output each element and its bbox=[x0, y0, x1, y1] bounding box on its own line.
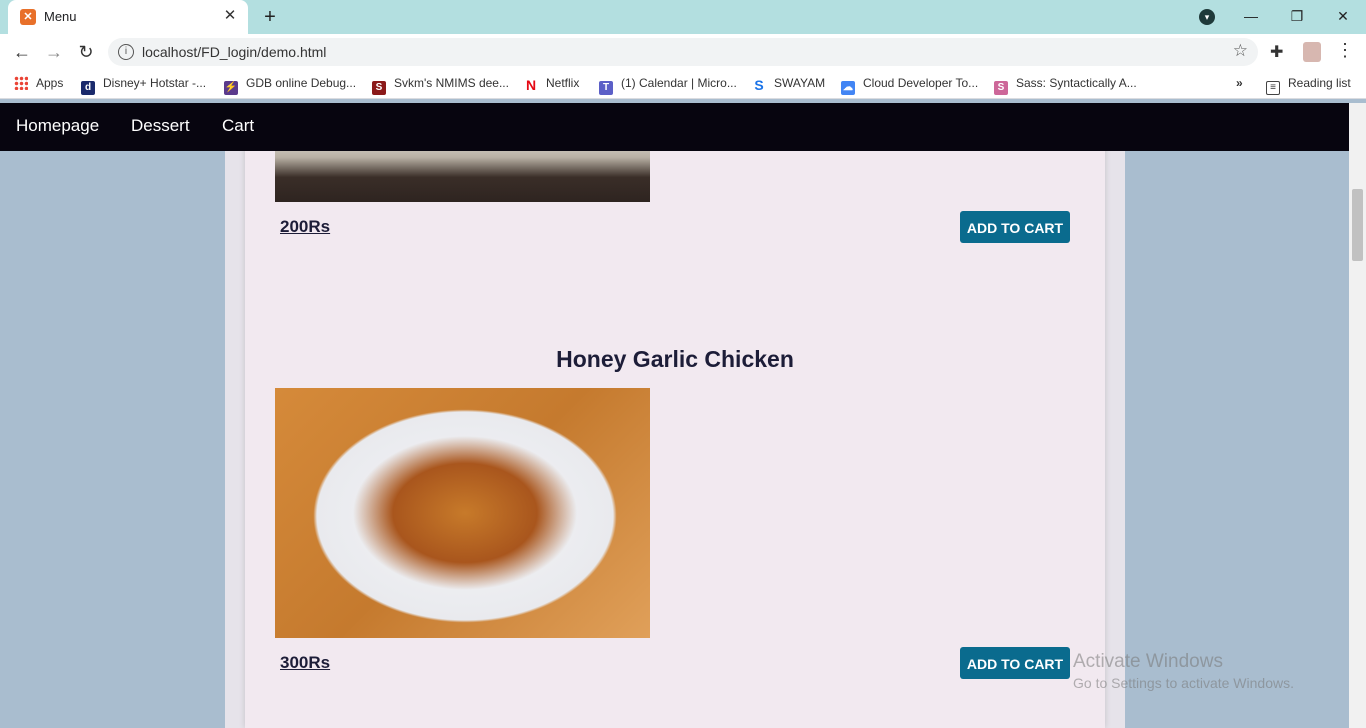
reading-list-button[interactable]: ≡ Reading list bbox=[1266, 76, 1351, 95]
windows-activation-watermark: Activate Windows Go to Settings to activ… bbox=[1073, 651, 1294, 691]
watermark-title: Activate Windows bbox=[1073, 651, 1223, 672]
xampp-favicon-icon: ✕ bbox=[20, 9, 36, 25]
bookmark-gdb[interactable]: ⚡ GDB online Debug... bbox=[224, 76, 356, 95]
info-icon[interactable]: i bbox=[118, 44, 134, 60]
extensions-icon[interactable]: ✚ bbox=[1270, 42, 1283, 62]
add-to-cart-button[interactable]: ADD TO CART bbox=[960, 211, 1070, 243]
bookmark-netflix[interactable]: N Netflix bbox=[524, 76, 579, 92]
hotstar-icon: d bbox=[81, 81, 95, 95]
reading-list-icon: ≡ bbox=[1266, 81, 1280, 95]
menu-container: 200Rs ADD TO CART Honey Garlic Chicken 3… bbox=[225, 103, 1125, 728]
tab-search-icon[interactable]: ▾ bbox=[1199, 9, 1215, 25]
browser-toolbar: ← → ↻ i localhost/FD_login/demo.html ☆ ✚… bbox=[0, 34, 1366, 70]
menu-kebab-icon[interactable]: ⋮ bbox=[1336, 40, 1354, 61]
url-text[interactable]: localhost/FD_login/demo.html bbox=[142, 44, 326, 60]
bookmark-star-icon[interactable]: ☆ bbox=[1233, 41, 1248, 61]
watermark-subtitle: Go to Settings to activate Windows. bbox=[1073, 675, 1294, 691]
bookmark-cloud[interactable]: ☁ Cloud Developer To... bbox=[841, 76, 978, 95]
nav-cart-link[interactable]: Cart bbox=[222, 116, 254, 136]
google-cloud-icon: ☁ bbox=[841, 81, 855, 95]
nav-homepage-link[interactable]: Homepage bbox=[16, 116, 99, 136]
bookmark-apps[interactable]: Apps bbox=[14, 76, 63, 92]
minimize-button[interactable]: — bbox=[1236, 4, 1266, 28]
apps-grid-icon bbox=[14, 76, 28, 90]
honey-garlic-chicken-image bbox=[275, 388, 650, 638]
nav-dessert-link[interactable]: Dessert bbox=[131, 116, 190, 136]
price-label: 300Rs bbox=[280, 653, 331, 672]
nmims-icon: S bbox=[372, 81, 386, 95]
tab-close-icon[interactable]: ✕ bbox=[220, 6, 240, 26]
add-to-cart-button[interactable]: ADD TO CART bbox=[960, 647, 1070, 679]
forward-button[interactable]: → bbox=[42, 41, 66, 63]
new-tab-button[interactable]: + bbox=[258, 6, 282, 28]
address-bar[interactable]: i localhost/FD_login/demo.html ☆ bbox=[108, 38, 1258, 66]
restore-button[interactable]: ❐ bbox=[1282, 4, 1312, 28]
swayam-icon: S bbox=[752, 78, 766, 92]
sass-icon: S bbox=[994, 81, 1008, 95]
bookmark-nmims[interactable]: S Svkm's NMIMS dee... bbox=[372, 76, 509, 95]
gdb-icon: ⚡ bbox=[224, 81, 238, 95]
tab-title: Menu bbox=[44, 9, 77, 24]
menu-card: 200Rs ADD TO CART Honey Garlic Chicken 3… bbox=[245, 103, 1105, 728]
page-scrollbar[interactable] bbox=[1349, 103, 1366, 728]
site-navbar: Homepage Dessert Cart bbox=[0, 103, 1349, 151]
profile-avatar[interactable] bbox=[1303, 42, 1321, 62]
bookmarks-overflow-button[interactable]: » bbox=[1236, 76, 1243, 92]
tab-strip: ✕ Menu ✕ + ▾ — ❐ ✕ bbox=[0, 0, 1366, 34]
bookmarks-bar: Apps d Disney+ Hotstar -... ⚡ GDB online D… bbox=[0, 70, 1366, 99]
reload-button[interactable]: ↻ bbox=[74, 41, 98, 63]
bookmark-hotstar[interactable]: d Disney+ Hotstar -... bbox=[81, 76, 206, 95]
dish-title: Honey Garlic Chicken bbox=[556, 346, 794, 372]
back-button[interactable]: ← bbox=[10, 41, 34, 63]
netflix-icon: N bbox=[524, 77, 538, 93]
browser-tab[interactable]: ✕ Menu ✕ bbox=[8, 0, 248, 34]
bookmark-calendar[interactable]: T (1) Calendar | Micro... bbox=[599, 76, 737, 95]
scrollbar-thumb[interactable] bbox=[1352, 189, 1363, 261]
bookmark-swayam[interactable]: S SWAYAM bbox=[752, 76, 825, 92]
page-viewport: Homepage Dessert Cart 200Rs ADD TO CART … bbox=[0, 103, 1349, 728]
price-label: 200Rs bbox=[280, 217, 331, 236]
bookmark-sass[interactable]: S Sass: Syntactically A... bbox=[994, 76, 1137, 95]
close-window-button[interactable]: ✕ bbox=[1328, 4, 1358, 28]
teams-icon: T bbox=[599, 81, 613, 95]
